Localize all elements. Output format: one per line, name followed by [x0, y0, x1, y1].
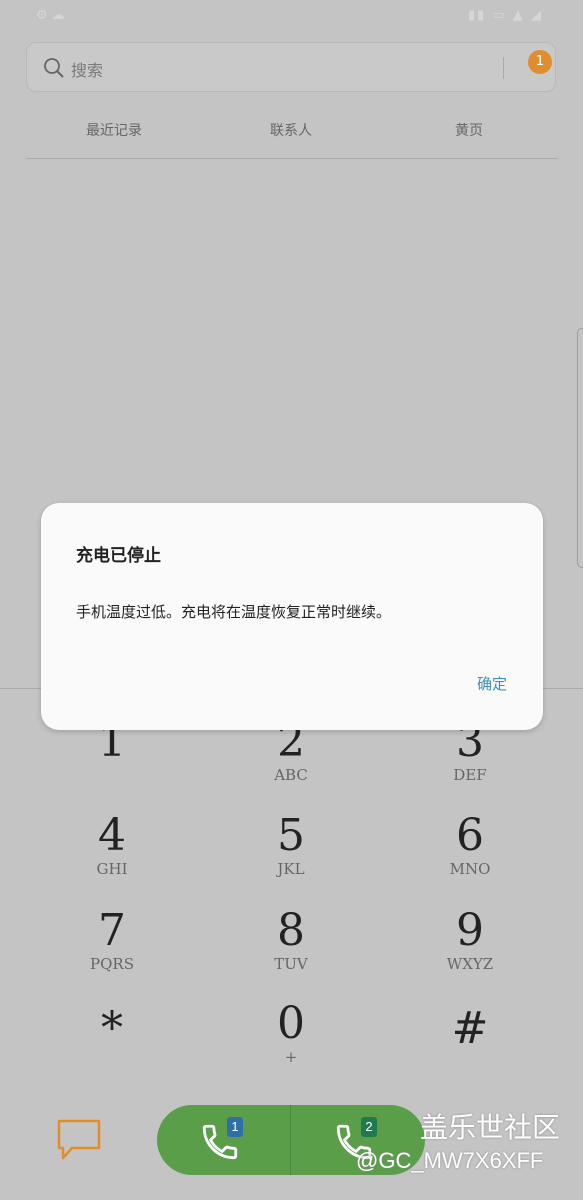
watermark-handle: @GC_MW7X6XFF — [356, 1148, 544, 1173]
key-letters: TUV — [274, 955, 308, 973]
key-digit: # — [451, 1003, 489, 1054]
status-bar: ⚙ ☁ ▮▮ ▭ ▲ ◢ — [0, 0, 583, 34]
search-icon — [44, 58, 64, 78]
tab-bar: 最近记录 联系人 黄页 — [26, 108, 558, 159]
key-digit: 7 — [98, 905, 126, 956]
key-digit: 6 — [456, 810, 484, 861]
key-letters: PQRS — [90, 955, 134, 973]
message-icon[interactable] — [56, 1118, 102, 1162]
watermark-title: 盖乐世社区 — [420, 1112, 561, 1143]
tab-recents[interactable]: 最近记录 — [54, 120, 174, 140]
key-4[interactable]: 4 GHI — [52, 812, 172, 902]
sim-badge: 1 — [227, 1117, 243, 1137]
key-digit: 0 — [277, 998, 305, 1049]
key-3[interactable]: 3 DEF — [410, 718, 530, 808]
search-input[interactable]: 搜索 — [71, 57, 103, 81]
status-right-icons: ▮▮ ▭ ▲ ◢ — [468, 8, 543, 23]
dialog-title: 充电已停止 — [76, 546, 161, 566]
key-letters: WXYZ — [446, 955, 494, 973]
ok-button[interactable]: 确定 — [477, 673, 507, 694]
key-digit: 4 — [98, 810, 126, 861]
key-1[interactable]: 1 — [52, 718, 172, 808]
tab-yellow-pages[interactable]: 黄页 — [409, 120, 529, 140]
key-digit: * — [101, 1003, 123, 1054]
key-star[interactable]: * — [52, 1005, 172, 1095]
search-divider — [503, 57, 504, 79]
key-7[interactable]: 7 PQRS — [52, 907, 172, 997]
search-bar[interactable]: 搜索 1 — [26, 42, 556, 92]
dialog-message: 手机温度过低。充电将在温度恢复正常时继续。 — [76, 603, 392, 621]
key-letters: MNO — [449, 860, 491, 878]
key-6[interactable]: 6 MNO — [410, 812, 530, 902]
key-digit: 5 — [277, 810, 305, 861]
key-letters: DEF — [453, 766, 487, 784]
key-hash[interactable]: # — [410, 1005, 530, 1095]
key-letters: JKL — [277, 860, 305, 878]
notification-badge: 1 — [528, 50, 552, 74]
edge-panel-handle[interactable] — [577, 328, 583, 568]
key-5[interactable]: 5 JKL — [231, 812, 351, 902]
charging-stopped-dialog: 充电已停止 手机温度过低。充电将在温度恢复正常时继续。 确定 — [41, 503, 543, 730]
tab-contacts[interactable]: 联系人 — [231, 120, 351, 140]
key-0[interactable]: 0 + — [231, 1000, 351, 1090]
call-sim1-button[interactable]: 1 — [157, 1105, 291, 1175]
key-2[interactable]: 2 ABC — [231, 718, 351, 808]
key-letters: + — [284, 1048, 298, 1066]
key-digit: 8 — [277, 905, 305, 956]
key-8[interactable]: 8 TUV — [231, 907, 351, 997]
key-letters: ABC — [274, 766, 308, 784]
key-digit: 9 — [456, 905, 484, 956]
key-letters: GHI — [96, 860, 128, 878]
key-9[interactable]: 9 WXYZ — [410, 907, 530, 997]
status-left-icons: ⚙ ☁ — [36, 8, 65, 23]
sim-badge: 2 — [361, 1117, 377, 1137]
